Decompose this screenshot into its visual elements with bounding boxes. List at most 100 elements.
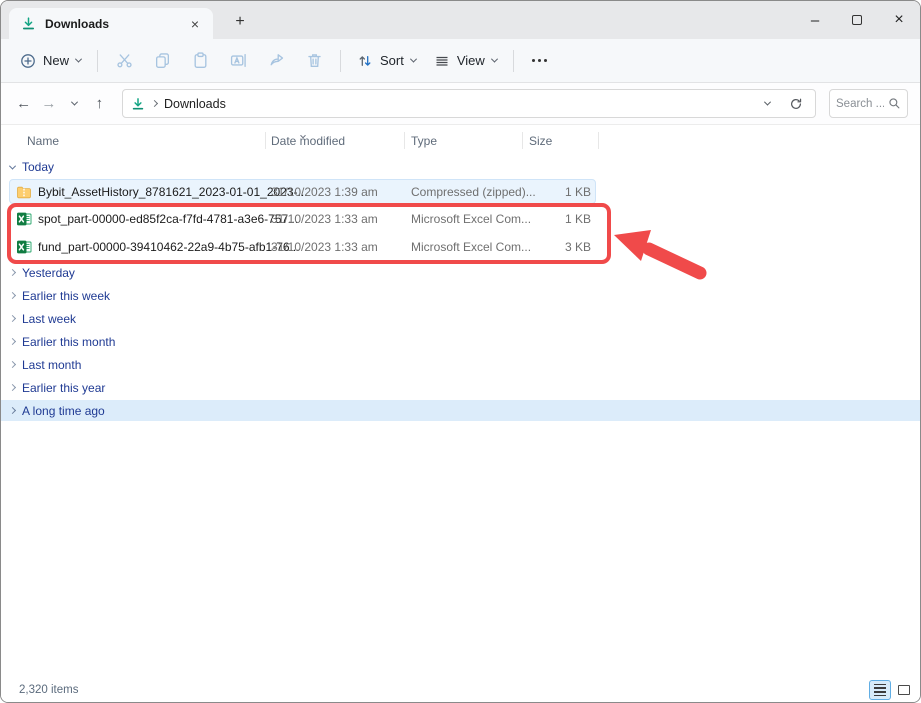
item-count: 2,320 items [19, 684, 869, 696]
file-explorer-window: Downloads × + – × New [0, 0, 921, 703]
file-list: Today Bybit_AssetHistory_8781621_2023-01… [1, 156, 920, 678]
view-button-label: View [457, 53, 485, 68]
thumbnails-view-icon [898, 685, 910, 695]
table-row[interactable]: Bybit_AssetHistory_8781621_2023-01-01_20… [1, 178, 920, 205]
trash-icon [306, 52, 323, 69]
table-row[interactable]: spot_part-00000-ed85f2ca-f7fd-4781-a3e6-… [1, 205, 920, 233]
column-header-type[interactable]: Type [411, 134, 437, 148]
scissors-icon [116, 52, 133, 69]
chevron-right-icon [9, 361, 16, 368]
tab-close-icon[interactable]: × [185, 14, 205, 34]
share-icon [268, 52, 285, 69]
up-button[interactable]: ↑ [89, 90, 110, 118]
group-header-a-long-time-ago[interactable]: A long time ago [1, 400, 920, 421]
group-header-today[interactable]: Today [1, 156, 920, 178]
ellipsis-icon [532, 59, 547, 62]
group-header-earlier-this-year[interactable]: Earlier this year [1, 376, 920, 399]
window-controls: – × [794, 1, 920, 39]
view-list-icon [434, 53, 450, 69]
share-button[interactable] [257, 45, 295, 77]
minimize-button[interactable]: – [794, 3, 836, 37]
rename-button[interactable] [219, 45, 257, 77]
address-dropdown-button[interactable] [756, 93, 778, 115]
column-headers: Name Date modified Type Size [1, 125, 920, 156]
tab-downloads[interactable]: Downloads × [9, 8, 213, 39]
forward-button[interactable]: → [38, 90, 59, 118]
thumbnails-view-button[interactable] [893, 680, 915, 700]
group-header-last-month[interactable]: Last month [1, 353, 920, 376]
download-icon [131, 97, 145, 111]
titlebar: Downloads × + – × [1, 1, 920, 39]
sort-button-label: Sort [380, 53, 404, 68]
paste-button[interactable] [181, 45, 219, 77]
clipboard-icon [192, 52, 209, 69]
chevron-right-icon [9, 407, 16, 414]
group-header-earlier-this-week[interactable]: Earlier this week [1, 284, 920, 307]
file-type: Microsoft Excel Com... [411, 240, 531, 254]
zip-folder-icon [16, 184, 32, 200]
cut-button[interactable] [105, 45, 143, 77]
chevron-right-icon [9, 269, 16, 276]
excel-icon [16, 211, 32, 227]
chevron-down-icon [75, 56, 82, 63]
refresh-button[interactable] [785, 93, 807, 115]
chevron-down-icon [71, 99, 78, 106]
group-header-yesterday[interactable]: Yesterday [1, 261, 920, 284]
file-size: 1 KB [521, 212, 591, 226]
plus-circle-icon [20, 53, 36, 69]
toolbar-separator [513, 50, 514, 72]
file-date-modified: 31/10/2023 1:39 am [271, 185, 378, 199]
navigation-bar: ← → ↑ Downloads [1, 83, 920, 125]
rename-icon [230, 52, 247, 69]
address-bar[interactable]: Downloads [122, 89, 816, 118]
column-header-size[interactable]: Size [529, 134, 552, 148]
toolbar-separator [97, 50, 98, 72]
sort-arrows-icon [357, 53, 373, 69]
maximize-button[interactable] [836, 3, 878, 37]
group-header-last-week[interactable]: Last week [1, 307, 920, 330]
file-name: fund_part-00000-39410462-22a9-4b75-afb1-… [38, 240, 300, 254]
search-input[interactable] [836, 98, 884, 110]
chevron-down-icon [9, 162, 16, 169]
new-tab-button[interactable]: + [227, 9, 253, 35]
details-view-button[interactable] [869, 680, 891, 700]
table-row[interactable]: fund_part-00000-39410462-22a9-4b75-afb1-… [1, 233, 920, 261]
back-button[interactable]: ← [13, 90, 34, 118]
search-icon [888, 97, 901, 110]
file-name: Bybit_AssetHistory_8781621_2023-01-01_20… [38, 185, 308, 199]
chevron-down-icon [491, 56, 498, 63]
chevron-down-icon [410, 56, 417, 63]
file-size: 1 KB [521, 185, 591, 199]
column-header-date-modified[interactable]: Date modified [271, 134, 345, 148]
download-icon [21, 16, 36, 31]
file-date-modified: 31/10/2023 1:33 am [271, 212, 378, 226]
tab-title: Downloads [45, 17, 185, 31]
copy-button[interactable] [143, 45, 181, 77]
close-button[interactable]: × [878, 3, 920, 37]
sort-button[interactable]: Sort [348, 47, 425, 75]
group-header-earlier-this-month[interactable]: Earlier this month [1, 330, 920, 353]
breadcrumb[interactable]: Downloads [164, 97, 226, 111]
delete-button[interactable] [295, 45, 333, 77]
file-size: 3 KB [521, 240, 591, 254]
recent-locations-button[interactable] [64, 90, 85, 118]
column-header-name[interactable]: Name [27, 134, 59, 148]
command-toolbar: New [1, 39, 920, 83]
view-button[interactable]: View [425, 47, 506, 75]
file-name: spot_part-00000-ed85f2ca-f7fd-4781-a3e6-… [38, 212, 298, 226]
refresh-icon [789, 97, 803, 111]
file-type: Microsoft Excel Com... [411, 212, 531, 226]
file-type: Compressed (zipped)... [411, 185, 536, 199]
chevron-right-icon [9, 292, 16, 299]
copy-icon [154, 52, 171, 69]
chevron-right-icon [9, 315, 16, 322]
toolbar-separator [340, 50, 341, 72]
more-options-button[interactable] [521, 45, 559, 77]
new-button[interactable]: New [11, 47, 90, 75]
new-button-label: New [43, 53, 69, 68]
breadcrumb-separator-icon [151, 100, 158, 107]
view-toggle [869, 680, 915, 700]
chevron-down-icon [763, 99, 770, 106]
maximize-icon [852, 15, 862, 25]
search-box[interactable] [829, 89, 908, 118]
